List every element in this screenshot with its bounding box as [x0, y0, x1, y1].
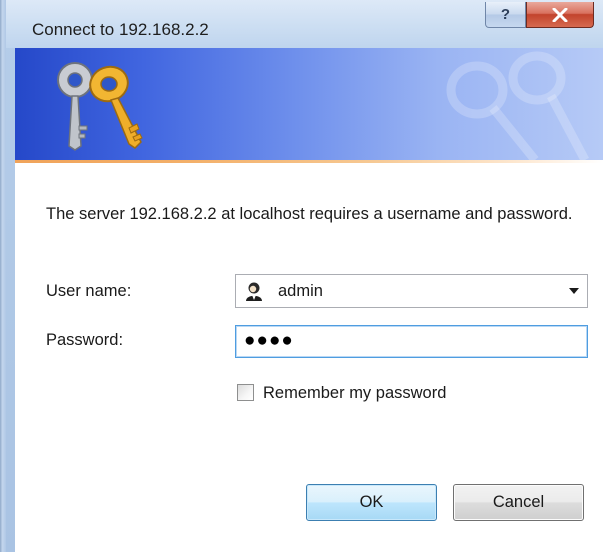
cancel-button[interactable]: Cancel — [453, 484, 584, 521]
chevron-down-icon[interactable] — [569, 288, 579, 294]
header-banner — [15, 48, 603, 160]
username-label: User name: — [46, 282, 132, 300]
username-value: admin — [278, 282, 323, 300]
username-combobox[interactable]: admin — [235, 274, 588, 308]
keys-icon — [57, 62, 143, 151]
dialog-body: The server 192.168.2.2 at localhost requ… — [15, 48, 603, 552]
help-button[interactable]: ? — [485, 2, 526, 28]
close-x-icon — [552, 7, 568, 22]
user-icon — [246, 282, 262, 301]
window-border — [0, 0, 6, 552]
password-mask: ●●●● — [244, 330, 294, 351]
ok-button[interactable]: OK — [306, 484, 437, 521]
remember-label[interactable]: Remember my password — [263, 384, 446, 403]
password-label: Password: — [46, 331, 124, 349]
remember-checkbox[interactable] — [237, 384, 254, 401]
banner-accent-stripe — [15, 160, 603, 163]
password-field[interactable]: ●●●● — [235, 325, 588, 358]
dialog-window: Connect to 192.168.2.2 ? The server 192.… — [0, 0, 603, 552]
keys-watermark-icon — [446, 51, 589, 160]
auth-message: The server 192.168.2.2 at localhost requ… — [46, 205, 573, 223]
window-title: Connect to 192.168.2.2 — [32, 20, 209, 39]
help-icon: ? — [500, 6, 511, 23]
close-button[interactable] — [526, 2, 594, 28]
